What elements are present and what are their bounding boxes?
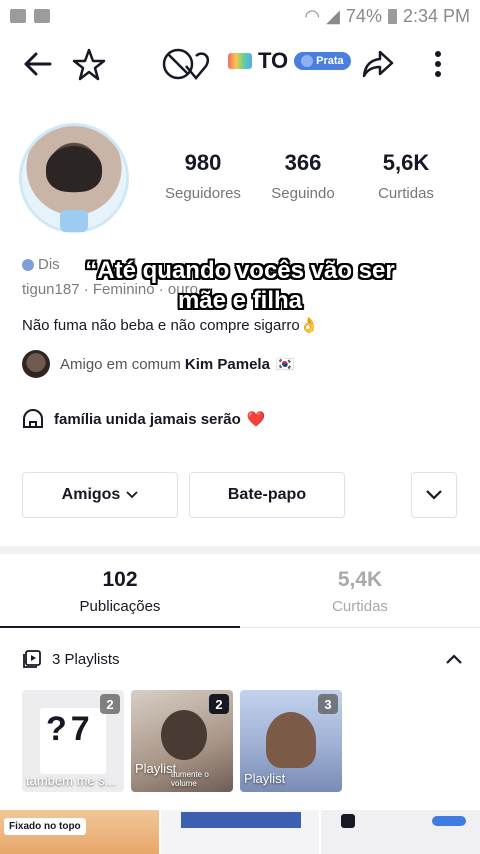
tab-divider — [240, 627, 480, 628]
friends-button-label: Amigos — [61, 486, 121, 503]
back-arrow-icon[interactable] — [20, 46, 56, 82]
profile-avatar[interactable] — [22, 126, 126, 232]
chevron-down-icon — [126, 491, 138, 499]
mutual-prefix: Amigo em comum — [60, 355, 181, 373]
following-count: 366 — [284, 150, 322, 175]
prata-badge[interactable]: Prata — [294, 52, 351, 70]
thumbnail-image — [180, 812, 301, 828]
decorative-symbol-icon — [162, 48, 210, 80]
friends-button[interactable]: Amigos — [22, 472, 178, 518]
profile-top-bar: TO Prata — [0, 38, 480, 90]
status-left-icons — [10, 9, 50, 23]
mutual-friend-name: Kim Pamela — [184, 355, 270, 373]
stat-likes[interactable]: 5,6K Curtidas — [356, 150, 456, 202]
thumbnail-image — [161, 710, 207, 760]
mutual-friend-row[interactable]: Amigo em comum Kim Pamela 🇰🇷 — [22, 350, 295, 378]
likes-count: 5,6K — [382, 150, 430, 175]
liked-count: 5,4K — [337, 568, 383, 591]
playlist-caption: Playlist — [135, 761, 177, 776]
tab-posts[interactable]: 102 Publicações — [0, 568, 240, 615]
avatar-image — [46, 146, 102, 192]
gallery-icon — [10, 9, 26, 23]
expand-suggestions-button[interactable] — [411, 472, 457, 518]
following-label: Seguindo — [271, 185, 335, 202]
thumbnail-button — [432, 816, 467, 826]
playlists-title: 3 Playlists — [52, 650, 120, 668]
stat-followers[interactable]: 980 Seguidores — [153, 150, 253, 202]
followers-label: Seguidores — [165, 185, 241, 202]
house-icon — [23, 409, 43, 428]
status-bar: ◠ ◢ 74% 2:34 PM — [0, 0, 480, 32]
playlist-count: 2 — [209, 694, 229, 714]
chat-button[interactable]: Bate-papo — [189, 472, 345, 518]
chevron-down-icon — [426, 490, 442, 500]
family-row[interactable]: família unida jamais serão ❤️ — [22, 408, 265, 430]
stat-following[interactable]: 366 Seguindo — [253, 150, 353, 202]
share-icon[interactable] — [360, 46, 396, 82]
followers-count: 980 — [184, 150, 222, 175]
likes-label: Curtidas — [378, 185, 434, 202]
active-tab-indicator — [0, 626, 240, 628]
playlists-header[interactable]: 3 Playlists — [22, 646, 462, 672]
battery-percent: 74% — [345, 5, 382, 26]
badge-icon — [301, 55, 314, 67]
signal-icon: ◢ — [326, 5, 340, 26]
liked-label: Curtidas — [332, 598, 388, 615]
video-thumbnail-3[interactable] — [321, 810, 480, 854]
pinned-badge: Fixado no topo — [4, 818, 86, 835]
battery-icon — [387, 8, 397, 24]
profile-handle-group: TO Prata — [228, 48, 351, 74]
more-options-icon[interactable] — [424, 46, 452, 82]
playlist-thumbnail-1[interactable]: ?7 2 tambem me s... — [22, 690, 124, 792]
chat-button-label: Bate-papo — [227, 486, 307, 503]
favorite-star-icon[interactable] — [70, 46, 108, 84]
playlist-caption: tambem me s... — [26, 773, 116, 788]
wifi-icon: ◠ — [304, 5, 321, 26]
playlist-thumbnail-2[interactable]: 2 Playlist aumente o volume — [131, 690, 233, 792]
video-icon — [34, 9, 50, 23]
playlist-subcaption: aumente o volume — [171, 770, 209, 788]
rainbow-emoji-icon — [228, 53, 252, 69]
family-text: família unida jamais serão — [54, 410, 241, 428]
playlist-count: 3 — [318, 694, 338, 714]
playlist-caption: Playlist — [244, 771, 286, 786]
video-grid: Fixado no topo — [0, 810, 480, 854]
posts-label: Publicações — [79, 598, 161, 615]
tiktok-logo-icon — [341, 814, 356, 828]
posts-count: 102 — [102, 568, 138, 591]
overlay-line2: mãe e filha — [177, 287, 303, 314]
mutual-friend-avatar — [22, 350, 50, 378]
status-right: ◠ ◢ 74% 2:34 PM — [304, 6, 470, 27]
mutual-friend-flag: 🇰🇷 — [275, 356, 295, 373]
video-thumbnail-1[interactable]: Fixado no topo — [0, 810, 159, 854]
playlist-thumbnail-3[interactable]: 3 Playlist — [240, 690, 342, 792]
heart-emoji: ❤️ — [246, 411, 266, 428]
chevron-up-icon[interactable] — [446, 654, 462, 664]
avatar-video-icon — [60, 210, 88, 232]
tab-likes[interactable]: 5,4K Curtidas — [240, 568, 480, 615]
playlist-count: 2 — [100, 694, 120, 714]
section-divider — [0, 546, 480, 554]
video-caption-overlay: “Até quando vocês vão ser mãe e filha — [0, 256, 480, 316]
overlay-line1: “Até quando vocês vão ser — [85, 257, 395, 284]
clock: 2:34 PM — [402, 5, 470, 26]
profile-handle: TO — [258, 48, 289, 73]
video-thumbnail-2[interactable] — [160, 810, 320, 854]
playlist-icon — [23, 650, 41, 668]
profile-bio: Não fuma não beba e não compre sigarro👌 — [22, 317, 319, 334]
thumbnail-image — [266, 712, 316, 768]
thumbnail-title: ?7 — [46, 710, 94, 748]
prata-badge-label: Prata — [316, 55, 344, 67]
